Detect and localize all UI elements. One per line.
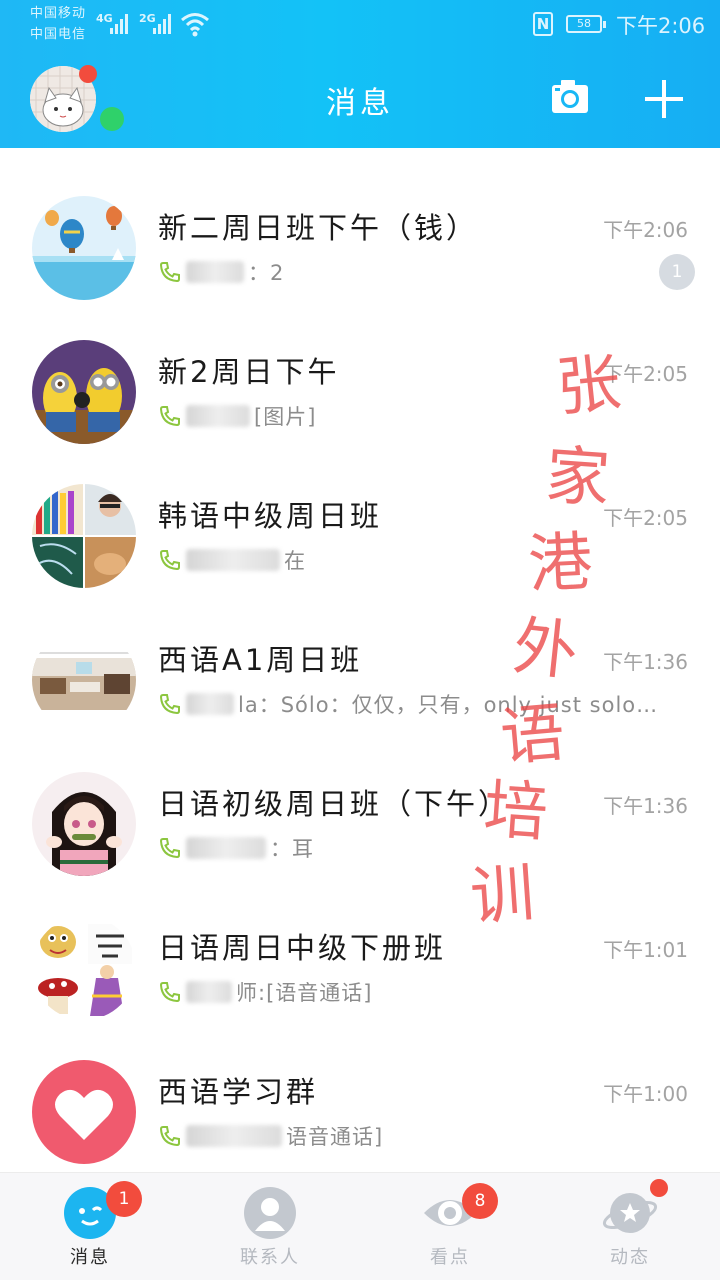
watermark-char: 外 xyxy=(509,609,582,691)
unread-badge: 8 xyxy=(462,1183,498,1219)
watermark-char: 港 xyxy=(526,525,595,603)
carrier-primary: 中国移动 xyxy=(30,6,87,21)
phone-icon xyxy=(159,838,180,859)
chat-time: 下午1:01 xyxy=(603,938,688,962)
chat-name: 日语周日中级下册班 xyxy=(158,931,447,965)
chat-name: 西语学习群 xyxy=(158,1075,319,1109)
chat-name: 日语初级周日班（下午） xyxy=(158,787,511,821)
chat-preview: 在 xyxy=(158,545,306,575)
chat-time: 下午1:00 xyxy=(603,1082,688,1106)
group-avatar xyxy=(32,340,136,444)
preview-text: ：2 xyxy=(248,261,285,285)
tab-label: 看点 xyxy=(430,1247,470,1268)
chat-name: 新2周日下午 xyxy=(158,355,340,389)
nfc-icon: N xyxy=(533,12,553,36)
avatar-notification-dot xyxy=(79,65,97,83)
watermark-char: 培 xyxy=(481,772,551,852)
chat-item[interactable]: 韩语中级周日班 下午2:05 在 xyxy=(0,436,720,588)
redacted-sender xyxy=(186,981,232,1003)
unread-badge: 1 xyxy=(106,1181,142,1217)
tab-contacts[interactable]: 联系人 xyxy=(180,1173,360,1280)
preview-text: [图片] xyxy=(254,405,317,429)
chat-preview: 师:[语音通话] xyxy=(158,977,372,1007)
signal-bars-icon xyxy=(151,12,173,34)
page-title: 消息 xyxy=(326,86,394,121)
tab-label: 联系人 xyxy=(240,1247,300,1268)
chat-item[interactable]: 西语学习群 下午1:00 语音通话] xyxy=(0,1012,720,1164)
group-avatar xyxy=(32,484,136,588)
tab-discover[interactable]: 8 看点 xyxy=(360,1173,540,1280)
wifi-icon xyxy=(181,13,209,37)
chat-preview: 语音通话] xyxy=(158,1121,383,1151)
status-clock: 下午2:06 xyxy=(616,14,706,38)
unread-count-badge: 1 xyxy=(659,254,695,290)
preview-text: la：Sólo：仅仅，只有，only just solo… xyxy=(238,693,659,717)
phone-icon xyxy=(159,550,180,571)
watermark-char: 张 xyxy=(552,345,625,427)
chat-item[interactable]: 日语周日中级下册班 下午1:01 师:[语音通话] xyxy=(0,868,720,1020)
planet-star-icon xyxy=(602,1193,658,1233)
preview-text: ：耳 xyxy=(270,837,314,861)
plus-icon[interactable] xyxy=(645,80,683,118)
redacted-sender xyxy=(186,693,234,715)
tab-label: 消息 xyxy=(70,1247,110,1268)
preview-text: 在 xyxy=(284,549,306,573)
phone-icon xyxy=(159,982,180,1003)
group-avatar xyxy=(32,1060,136,1164)
heart-icon xyxy=(32,1060,136,1164)
tab-moments[interactable]: 动态 xyxy=(540,1173,720,1280)
phone-icon xyxy=(159,694,180,715)
chat-time: 下午2:05 xyxy=(603,506,688,530)
chat-item[interactable]: 日语初级周日班（下午） 下午1:36 ：耳 xyxy=(0,724,720,876)
collage-avatar-icon xyxy=(32,484,136,588)
chat-time: 下午1:36 xyxy=(603,794,688,818)
person-icon xyxy=(244,1187,296,1239)
group-avatar xyxy=(32,628,136,732)
anime-girl-image-icon xyxy=(32,772,136,876)
notification-dot xyxy=(650,1179,668,1197)
tab-label: 动态 xyxy=(610,1247,650,1268)
phone-icon xyxy=(159,262,180,283)
chat-name: 韩语中级周日班 xyxy=(158,499,383,533)
carrier-secondary: 中国电信 xyxy=(30,27,87,42)
minions-image-icon xyxy=(32,340,136,444)
phone-icon xyxy=(159,1126,180,1147)
chat-name: 西语A1周日班 xyxy=(158,643,363,677)
chat-preview: ：耳 xyxy=(158,833,314,863)
chat-name: 新二周日班下午（钱） xyxy=(158,211,479,245)
preview-text: 师:[语音通话] xyxy=(236,981,373,1005)
watermark-char: 家 xyxy=(543,438,613,518)
chat-preview: ：2 xyxy=(158,257,284,287)
redacted-sender xyxy=(186,1125,282,1147)
bottom-tab-bar: 1 消息 联系人 8 看点 动态 xyxy=(0,1172,720,1280)
app-header: 中国移动 中国电信 4G 2G N 58 下午2:06 消息 xyxy=(0,0,720,148)
phone-icon xyxy=(159,406,180,427)
chat-item[interactable]: 西语A1周日班 下午1:36 la：Sólo：仅仅，只有，only just s… xyxy=(0,580,720,732)
balloon-sea-image-icon xyxy=(32,196,136,300)
chat-time: 下午1:36 xyxy=(603,650,688,674)
redacted-sender xyxy=(186,549,280,571)
chat-time: 下午2:06 xyxy=(603,218,688,242)
redacted-sender xyxy=(186,405,250,427)
preview-text: 语音通话] xyxy=(286,1125,384,1149)
online-status-dot xyxy=(100,107,124,131)
chat-preview: [图片] xyxy=(158,401,316,431)
chat-item[interactable]: 新二周日班下午（钱） 下午2:06 ：2 xyxy=(0,148,720,300)
redacted-sender xyxy=(186,261,244,283)
group-avatar xyxy=(32,772,136,876)
watermark-char: 训 xyxy=(467,856,537,936)
group-avatar xyxy=(32,916,136,1020)
chat-preview: la：Sólo：仅仅，只有，only just solo… xyxy=(158,689,658,719)
cartoon-collage-icon xyxy=(32,916,136,1020)
group-avatar xyxy=(32,196,136,300)
signal-bars-icon xyxy=(108,12,130,34)
tab-messages[interactable]: 1 消息 xyxy=(0,1173,180,1280)
living-room-image-icon xyxy=(32,628,136,732)
battery-icon: 58 xyxy=(566,15,606,33)
camera-icon[interactable] xyxy=(550,76,590,116)
status-bar: 中国移动 中国电信 4G 2G N 58 下午2:06 xyxy=(0,0,720,48)
redacted-sender xyxy=(186,837,266,859)
